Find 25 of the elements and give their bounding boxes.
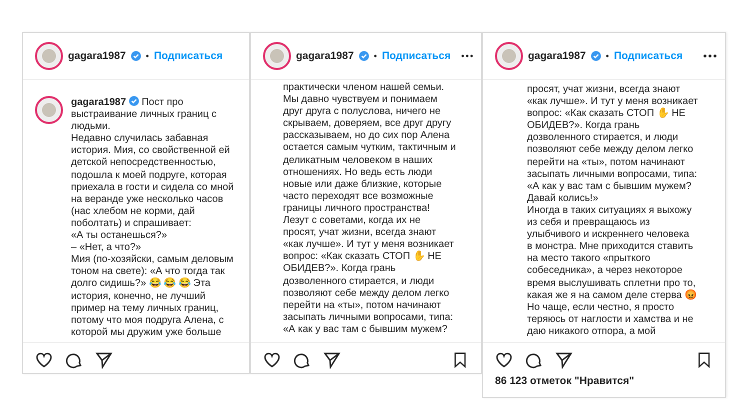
avatar[interactable] (35, 96, 63, 124)
comment-icon[interactable] (293, 351, 311, 369)
avatar[interactable] (35, 42, 63, 70)
caption-text: gagara1987 Пост про выстраивание личных границ с людьми. Недавно случилась забавная история. Мия, со свойственной ей детской непосредственностью, подошла к моей подруге, которая приехала в гости и сидела со мной на веранде уже несколько часов (нас хлебом не корми, дай поболтать) и спрашивает: «А ты останешься?» – «Нет, а что?» Мия (по-хозяйски, самым деловым тоном на свете): «А что тогда так долго сидишь?» 😂 😂 😂 Эта история, конечно, не лучший пример на тему личных границ, потому что моя подруга Алена, с которой мы дружим уже больше (71, 96, 234, 340)
caption-text: практически членом нашей семьи. Мы давно чувствуем и понимаем друг друга с полуслова, ничего не скрываем, доверяем, все друг другу рассказываем, но до сих пор Алена остается самым чутким, тактичным и деликатным человеком в наших отношениях. Но ведь есть люди новые или даже близкие, которые часто переходят все возможные границы личного пространства! Лезут с советами, когда их не просят, учат жизни, всегда знают «как лучше». И тут у меня возникает вопрос: «Как сказать СТОП ✋ НЕ ОБИДЕВ?». Когда грань дозволенного стирается, и люди позволяют себе между делом легко перейти на «ты», потом начинают засыпать личными вопросами, типа: «А как у вас там с бывшим мужем? (283, 82, 456, 337)
username[interactable]: gagara1987 (68, 50, 126, 62)
comment-icon[interactable] (65, 351, 83, 369)
more-icon[interactable] (460, 54, 473, 58)
separator-dot: • (606, 51, 609, 61)
separator-dot: • (374, 51, 377, 61)
caption-text: просят, учат жизни, всегда знают «как лучше». И тут у меня возникает вопрос: «Как сказать СТОП ✋ НЕ ОБИДЕВ?». Когда грань дозволенного стирается, и люди позволяют себе между делом легко перейти на «ты», потом начинают засыпать личными вопросами, типа: «А как у вас там с бывшим мужем? Давай колись!» Иногда в таких ситуациях я выхожу из себя и превращаюсь из улыбчивого и искреннего человека в монстра. Мне приходится ставить на место такого «прыткого собеседника», а через некоторое время выслушивать сплетни про то, какая же я на самом деле стерва 😡 Но чаще, если честно, я просто теряюсь от наглости и хамства и не даю никакого отпора, а мой (527, 84, 698, 339)
send-icon[interactable] (323, 351, 341, 369)
heart-icon[interactable] (35, 351, 53, 369)
comment-icon[interactable] (525, 351, 543, 369)
username[interactable]: gagara1987 (296, 50, 354, 62)
avatar[interactable] (263, 42, 291, 70)
heart-icon[interactable] (263, 351, 281, 369)
likes-count[interactable]: 86 123 отметок "Нравится" (483, 373, 725, 397)
more-icon[interactable] (703, 54, 717, 58)
separator-dot: • (146, 51, 149, 61)
send-icon[interactable] (95, 351, 113, 369)
heart-icon[interactable] (495, 351, 513, 369)
avatar[interactable] (495, 42, 523, 70)
username[interactable]: gagara1987 (528, 50, 586, 62)
send-icon[interactable] (555, 351, 573, 369)
